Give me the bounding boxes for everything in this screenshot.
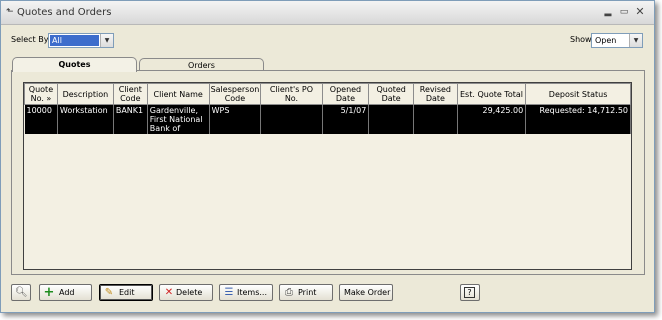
cell-client-name: Gardenville, First National Bank of bbox=[147, 104, 210, 134]
col-header-quote-no[interactable]: Quote No. » bbox=[24, 83, 58, 105]
chevron-down-icon[interactable]: ▼ bbox=[100, 34, 113, 47]
search-icon: 🔍︎ bbox=[15, 287, 28, 298]
table-row[interactable]: 10000 Workstation BANK1 Gardenville, Fir… bbox=[24, 104, 631, 134]
plus-icon: + bbox=[43, 285, 55, 300]
edit-button[interactable]: ✎ Edit bbox=[99, 284, 153, 301]
edit-button-label: Edit bbox=[119, 288, 135, 297]
delete-button-label: Delete bbox=[176, 288, 203, 297]
printer-icon: ⎙ bbox=[285, 287, 293, 298]
col-header-est-quote-total[interactable]: Est. Quote Total bbox=[456, 83, 527, 105]
col-header-deposit-status[interactable]: Deposit Status bbox=[525, 83, 631, 105]
cell-est-quote-total: 29,425.00 bbox=[457, 104, 527, 134]
quotes-orders-window: ⬑ Quotes and Orders ▂ ▭ ✕ Select By All … bbox=[0, 0, 655, 313]
select-by-value: All bbox=[50, 35, 99, 46]
quotes-table: Quote No. » Description Client Code Clie… bbox=[24, 83, 631, 134]
chevron-down-icon[interactable]: ▼ bbox=[629, 34, 642, 47]
select-by-dropdown[interactable]: All ▼ bbox=[48, 33, 114, 48]
maximize-icon[interactable]: ▭ bbox=[618, 6, 630, 18]
cell-client-po bbox=[260, 104, 323, 134]
print-button-label: Print bbox=[298, 288, 317, 297]
app-icon: ⬑ bbox=[6, 7, 14, 17]
close-icon[interactable]: ✕ bbox=[634, 6, 646, 18]
table-header-row: Quote No. » Description Client Code Clie… bbox=[24, 83, 631, 105]
title-bar: ⬑ Quotes and Orders ▂ ▭ ✕ bbox=[1, 1, 654, 25]
cell-opened-date: 5/1/07 bbox=[322, 104, 370, 134]
cell-quoted-date bbox=[368, 104, 415, 134]
cell-quote-no: 10000 bbox=[24, 104, 58, 134]
help-icon: ? bbox=[464, 287, 475, 298]
col-header-quoted-date[interactable]: Quoted Date bbox=[368, 83, 415, 105]
select-by-label: Select By bbox=[11, 35, 49, 44]
quotes-tab-panel: Quote No. » Description Client Code Clie… bbox=[11, 70, 645, 275]
col-header-opened-date[interactable]: Opened Date bbox=[321, 83, 370, 105]
delete-x-icon: ✕ bbox=[164, 287, 174, 298]
cell-salesperson-code: WPS bbox=[209, 104, 262, 134]
print-button[interactable]: ⎙ Print bbox=[279, 284, 333, 301]
pencil-icon: ✎ bbox=[104, 287, 114, 298]
cell-client-code: BANK1 bbox=[113, 104, 148, 134]
col-header-client-code[interactable]: Client Code bbox=[112, 83, 148, 105]
col-header-client-po[interactable]: Client's PO No. bbox=[260, 83, 323, 105]
make-order-button[interactable]: Make Order bbox=[339, 284, 393, 301]
help-button[interactable]: ? bbox=[460, 284, 480, 301]
col-header-revised-date[interactable]: Revised Date bbox=[413, 83, 458, 105]
make-order-button-label: Make Order bbox=[344, 288, 391, 297]
list-icon: ☰ bbox=[224, 287, 234, 298]
cell-deposit-status: Requested: 14,712.50 bbox=[525, 104, 631, 134]
window-title: Quotes and Orders bbox=[17, 7, 112, 18]
minimize-icon[interactable]: ▂ bbox=[602, 6, 614, 18]
show-dropdown[interactable]: Open ▼ bbox=[591, 33, 643, 48]
show-value: Open bbox=[595, 36, 617, 45]
col-header-description[interactable]: Description bbox=[56, 83, 114, 105]
items-button-label: Items... bbox=[237, 288, 268, 297]
add-button-label: Add bbox=[59, 288, 75, 297]
show-label: Show bbox=[570, 35, 592, 44]
col-header-client-name[interactable]: Client Name bbox=[146, 83, 210, 105]
col-header-salesperson-code[interactable]: Salesperson Code bbox=[208, 83, 262, 105]
tab-quotes[interactable]: Quotes bbox=[12, 57, 137, 72]
items-button[interactable]: ☰ Items... bbox=[219, 284, 273, 301]
delete-button[interactable]: ✕ Delete bbox=[159, 284, 213, 301]
cell-description: Workstation bbox=[57, 104, 114, 134]
search-button[interactable]: 🔍︎ bbox=[11, 284, 31, 301]
cell-revised-date bbox=[413, 104, 458, 134]
add-button[interactable]: + Add bbox=[39, 284, 92, 301]
quotes-grid: Quote No. » Description Client Code Clie… bbox=[23, 82, 632, 270]
